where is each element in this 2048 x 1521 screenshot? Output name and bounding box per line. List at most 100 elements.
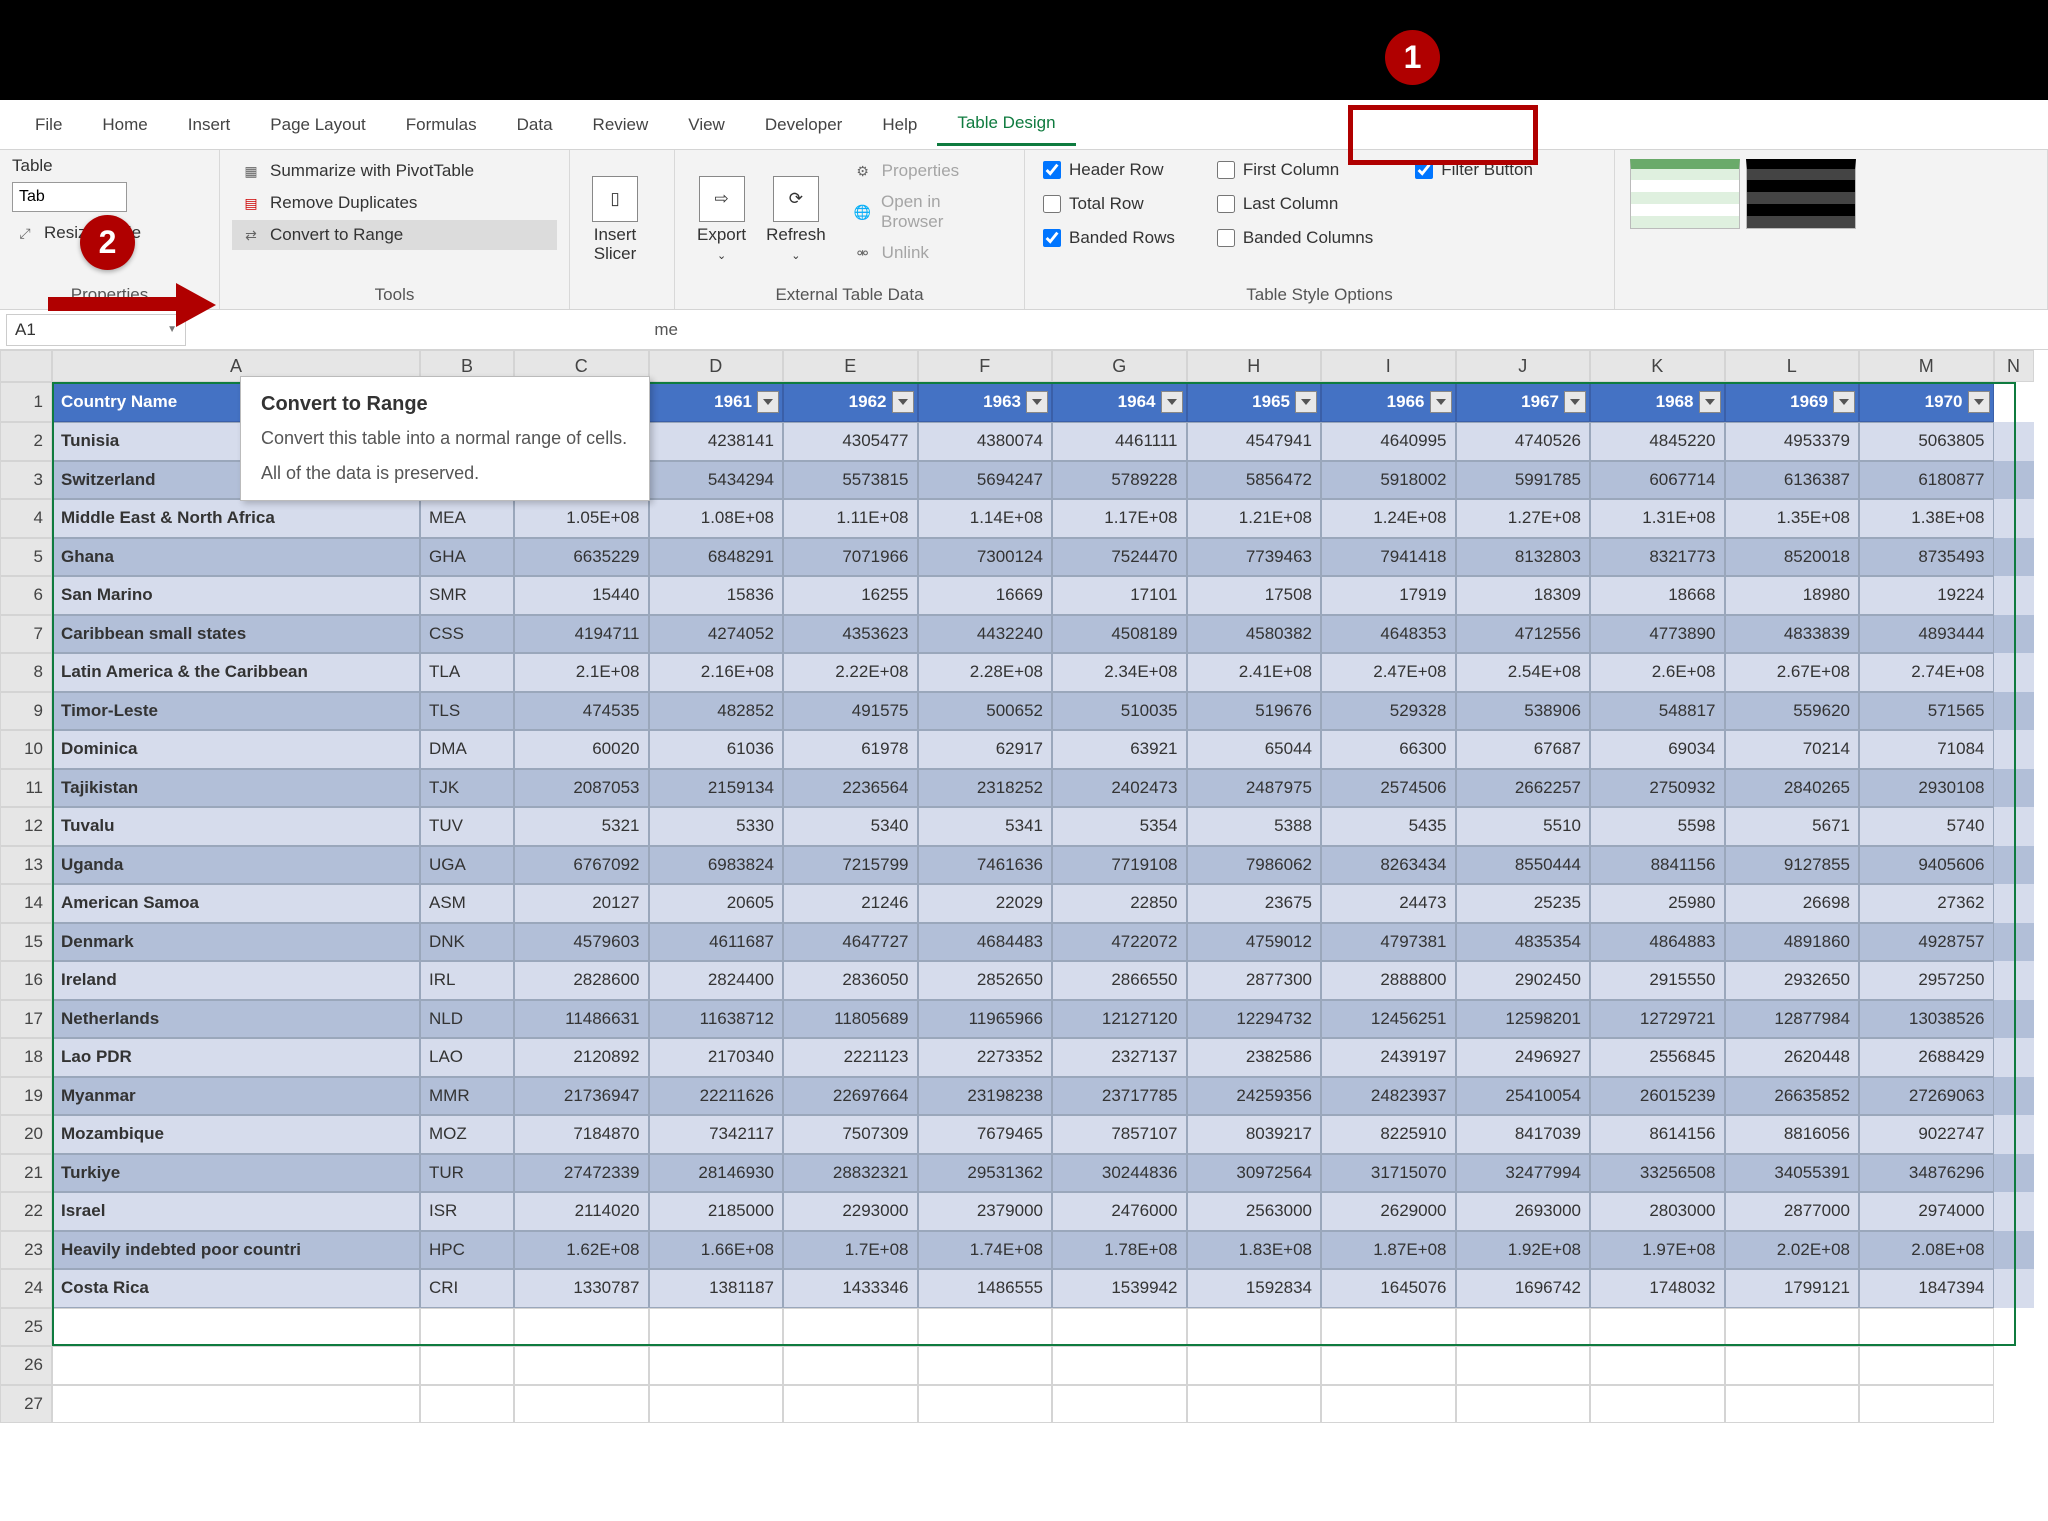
row-header[interactable]: 1 <box>0 382 52 422</box>
cell[interactable]: 1748032 <box>1590 1269 1725 1308</box>
cell[interactable]: 519676 <box>1187 692 1322 731</box>
ribbon-tab-developer[interactable]: Developer <box>745 105 863 145</box>
cell[interactable]: TJK <box>420 769 514 808</box>
cell[interactable]: 27362 <box>1859 884 1994 923</box>
cell[interactable]: 2.16E+08 <box>649 653 784 692</box>
cell[interactable]: 23198238 <box>918 1077 1053 1116</box>
cell[interactable]: 66300 <box>1321 730 1456 769</box>
row-header[interactable]: 16 <box>0 961 52 1000</box>
refresh-button[interactable]: ⟳ Refresh⌄ <box>756 156 836 283</box>
cell[interactable]: 16669 <box>918 576 1053 615</box>
cell[interactable]: 2803000 <box>1590 1192 1725 1231</box>
cell[interactable]: 5918002 <box>1321 461 1456 500</box>
cell[interactable]: 7719108 <box>1052 846 1187 885</box>
cell[interactable] <box>1725 1385 1860 1424</box>
row-header[interactable]: 23 <box>0 1231 52 1270</box>
cell[interactable] <box>1321 1346 1456 1385</box>
row-header[interactable]: 15 <box>0 923 52 962</box>
row-header[interactable]: 2 <box>0 422 52 461</box>
cell[interactable]: 11486631 <box>514 1000 649 1039</box>
cell[interactable]: 24473 <box>1321 884 1456 923</box>
cell[interactable]: 4797381 <box>1321 923 1456 962</box>
cell[interactable]: 4893444 <box>1859 615 1994 654</box>
cell[interactable]: 7184870 <box>514 1115 649 1154</box>
cell[interactable]: 24259356 <box>1187 1077 1322 1116</box>
cell[interactable] <box>649 1385 784 1424</box>
cell[interactable]: 6848291 <box>649 538 784 577</box>
cell[interactable]: 7342117 <box>649 1115 784 1154</box>
cell[interactable]: NLD <box>420 1000 514 1039</box>
cell[interactable]: 27269063 <box>1859 1077 1994 1116</box>
cell[interactable]: 7215799 <box>783 846 918 885</box>
ribbon-tab-file[interactable]: File <box>15 105 82 145</box>
cell[interactable]: CSS <box>420 615 514 654</box>
cell[interactable]: 20605 <box>649 884 784 923</box>
cell[interactable]: 70214 <box>1725 730 1860 769</box>
cell[interactable] <box>1321 1385 1456 1424</box>
cell[interactable]: 4647727 <box>783 923 918 962</box>
cell[interactable]: 18668 <box>1590 576 1725 615</box>
cell[interactable]: 21246 <box>783 884 918 923</box>
cell[interactable]: 32477994 <box>1456 1154 1591 1193</box>
cell[interactable]: 11805689 <box>783 1000 918 1039</box>
cell[interactable]: 61978 <box>783 730 918 769</box>
cell[interactable]: 474535 <box>514 692 649 731</box>
cell[interactable] <box>783 1385 918 1424</box>
filter-dropdown-button[interactable] <box>1699 391 1721 413</box>
cell[interactable]: 17919 <box>1321 576 1456 615</box>
cell[interactable]: TUR <box>420 1154 514 1193</box>
cell[interactable]: 2.47E+08 <box>1321 653 1456 692</box>
cell[interactable]: 1.21E+08 <box>1187 499 1322 538</box>
cell[interactable]: 65044 <box>1187 730 1322 769</box>
cell[interactable]: DNK <box>420 923 514 962</box>
cell[interactable]: 2293000 <box>783 1192 918 1231</box>
table-header-cell[interactable]: 1964 <box>1052 382 1187 422</box>
cell[interactable]: 22029 <box>918 884 1053 923</box>
cell[interactable]: 1592834 <box>1187 1269 1322 1308</box>
cell[interactable]: 22211626 <box>649 1077 784 1116</box>
cell[interactable]: 1.31E+08 <box>1590 499 1725 538</box>
cell[interactable]: 1847394 <box>1859 1269 1994 1308</box>
cell[interactable]: 1.11E+08 <box>783 499 918 538</box>
cell[interactable]: 6983824 <box>649 846 784 885</box>
cell[interactable]: 1.87E+08 <box>1321 1231 1456 1270</box>
cell[interactable]: 4845220 <box>1590 422 1725 461</box>
cell[interactable]: 2915550 <box>1590 961 1725 1000</box>
cell[interactable]: 12877984 <box>1725 1000 1860 1039</box>
cell[interactable]: 1.92E+08 <box>1456 1231 1591 1270</box>
cell[interactable]: 1.62E+08 <box>514 1231 649 1270</box>
cell[interactable]: 4835354 <box>1456 923 1591 962</box>
cell[interactable]: 6635229 <box>514 538 649 577</box>
cell[interactable]: Uganda <box>52 846 420 885</box>
cell[interactable]: 2.54E+08 <box>1456 653 1591 692</box>
cell[interactable] <box>918 1346 1053 1385</box>
cell[interactable]: 1539942 <box>1052 1269 1187 1308</box>
cell[interactable]: 2496927 <box>1456 1038 1591 1077</box>
cell[interactable]: 30244836 <box>1052 1154 1187 1193</box>
cell[interactable]: 5573815 <box>783 461 918 500</box>
cell[interactable]: 63921 <box>1052 730 1187 769</box>
cell[interactable]: 1381187 <box>649 1269 784 1308</box>
filter-dropdown-button[interactable] <box>1026 391 1048 413</box>
cell[interactable]: Israel <box>52 1192 420 1231</box>
cell[interactable]: 548817 <box>1590 692 1725 731</box>
column-header[interactable]: M <box>1859 350 1994 382</box>
row-header[interactable]: 11 <box>0 769 52 808</box>
filter-dropdown-button[interactable] <box>1968 391 1990 413</box>
cell[interactable]: 15440 <box>514 576 649 615</box>
cell[interactable]: 34876296 <box>1859 1154 1994 1193</box>
cell[interactable]: 2556845 <box>1590 1038 1725 1077</box>
cell[interactable]: 19224 <box>1859 576 1994 615</box>
remove-duplicates-button[interactable]: ▤ Remove Duplicates <box>232 188 557 218</box>
cell[interactable]: 2852650 <box>918 961 1053 1000</box>
cell[interactable]: 571565 <box>1859 692 1994 731</box>
cell[interactable]: 1.38E+08 <box>1859 499 1994 538</box>
cell[interactable]: 1.7E+08 <box>783 1231 918 1270</box>
cell[interactable]: 4580382 <box>1187 615 1322 654</box>
cell[interactable]: 22850 <box>1052 884 1187 923</box>
cell[interactable]: 2693000 <box>1456 1192 1591 1231</box>
column-header[interactable]: N <box>1994 350 2034 382</box>
cell[interactable]: 62917 <box>918 730 1053 769</box>
cell[interactable]: 2.28E+08 <box>918 653 1053 692</box>
cell[interactable]: Middle East & North Africa <box>52 499 420 538</box>
